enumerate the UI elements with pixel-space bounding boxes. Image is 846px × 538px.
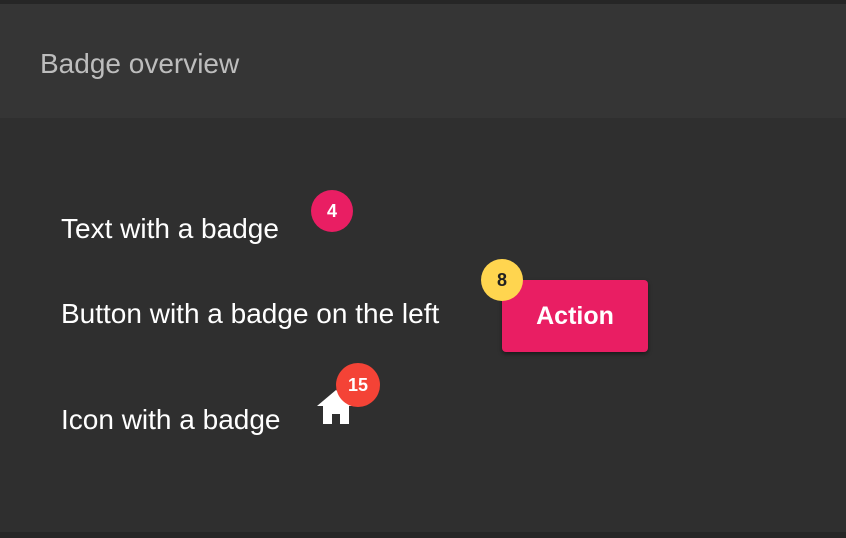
- action-button[interactable]: Action: [502, 280, 648, 352]
- page-title: Badge overview: [40, 48, 240, 79]
- app-window: Badge overview Text with a badge 4 Butto…: [0, 0, 846, 538]
- bottom-edge: [0, 532, 846, 538]
- toolbar: Badge overview: [0, 4, 846, 118]
- text-badge: 4: [311, 190, 353, 232]
- icon-with-badge-label: Icon with a badge: [61, 404, 281, 435]
- text-with-badge-label: Text with a badge: [61, 213, 279, 244]
- icon-badge: 15: [336, 363, 380, 407]
- button-badge: 8: [481, 259, 523, 301]
- button-with-badge-label: Button with a badge on the left: [61, 298, 440, 329]
